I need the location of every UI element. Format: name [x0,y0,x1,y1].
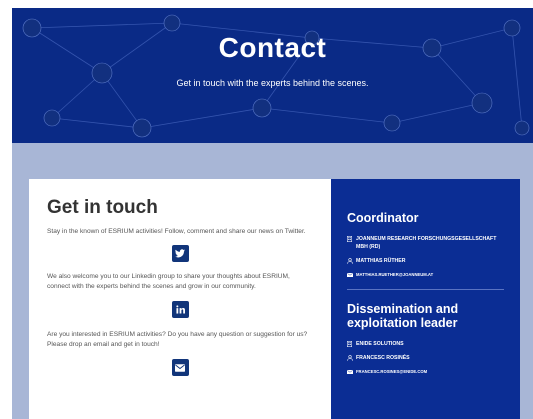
linkedin-text: We also welcome you to our Linkedin grou… [47,273,290,290]
contact-page: Contact Get in touch with the experts be… [0,0,533,419]
network-background [22,14,530,138]
dissemination-person-text: FRANCESC ROSINÉS [356,355,410,361]
coordinator-organisation-text: JOANNEUM RESEARCH FORSCHUNGSGESELLSCHAFT… [356,236,497,250]
dissemination-email[interactable]: FRANCESC.ROSINES@ENIDE.COM [347,368,504,376]
dissemination-organisation: ENIDE SOLUTIONS [347,340,504,348]
email-button[interactable] [171,359,189,376]
envelope-icon [347,368,356,376]
envelope-icon [175,363,185,372]
building-icon [347,235,356,243]
person-icon [347,354,356,362]
envelope-icon [347,271,356,279]
person-icon [347,257,356,265]
coordinator-heading: Coordinator [347,211,419,225]
twitter-button[interactable] [171,245,189,262]
page-subtitle: Get in touch with the experts behind the… [176,78,369,88]
coordinator-organisation: JOANNEUM RESEARCH FORSCHUNGSGESELLSCHAFT… [347,235,504,251]
get-in-touch-title: Get in touch [47,197,158,218]
hero-banner: Contact Get in touch with the experts be… [12,8,533,143]
contacts-panel: Coordinator JOANNEUM RESEARCH FORSCHUNGS… [331,179,520,419]
coordinator-email[interactable]: MATTHIAS.RUETHER@JOANNEUM.AT [347,271,504,279]
coordinator-person: MATTHIAS RÜTHER [347,257,504,265]
linkedin-button[interactable] [171,301,189,318]
coordinator-person-text: MATTHIAS RÜTHER [356,258,406,264]
dissemination-heading: Dissemination and exploitation leader [347,302,459,330]
coordinator-email-text[interactable]: MATTHIAS.RUETHER@JOANNEUM.AT [356,271,433,279]
panel-divider [347,289,504,290]
dissemination-email-text[interactable]: FRANCESC.ROSINES@ENIDE.COM [356,368,427,376]
twitter-text: Stay in the known of ESRIUM activities! … [47,228,306,235]
get-in-touch-card: Get in touch Stay in the known of ESRIUM… [29,179,331,419]
email-text: Are you interested in ESRIUM activities?… [47,331,308,348]
page-title: Contact [218,32,327,63]
dissemination-organisation-text: ENIDE SOLUTIONS [356,341,404,347]
dissemination-person: FRANCESC ROSINÉS [347,354,504,362]
linkedin-icon [175,305,185,314]
twitter-icon [175,249,185,258]
building-icon [347,340,356,348]
